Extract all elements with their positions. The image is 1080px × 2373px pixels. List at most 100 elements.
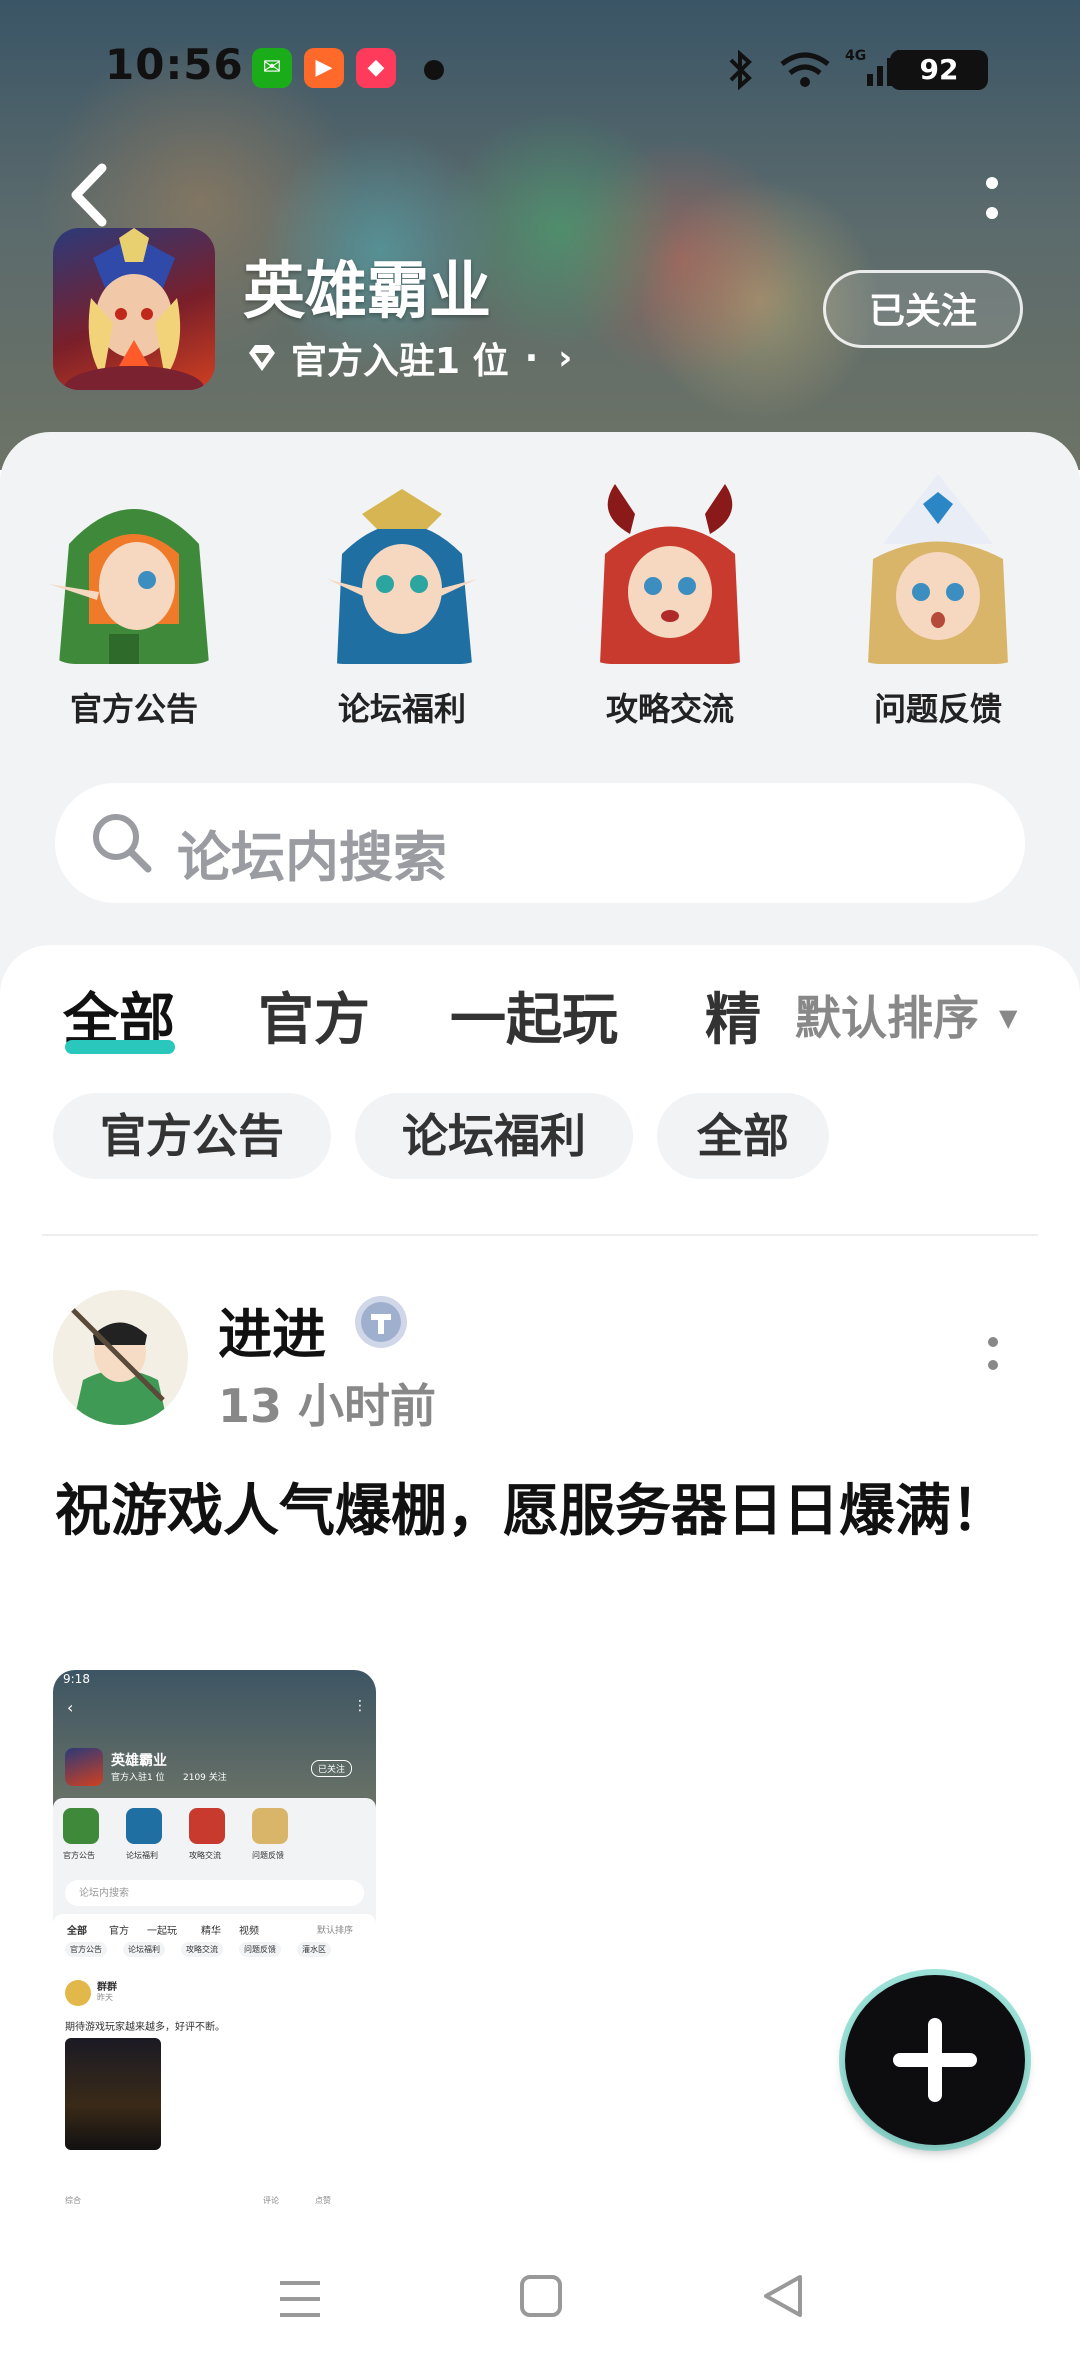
forum-search-bar[interactable]: 论坛内搜索: [55, 783, 1025, 903]
category-label: 官方公告: [69, 690, 198, 728]
thumbnail-cat-label: 攻略交流: [189, 1851, 221, 1860]
thumbnail-time: 9:18: [63, 1672, 90, 1686]
post-title[interactable]: 祝游戏人气爆棚，愿服务器日日爆满！: [55, 1470, 1025, 1554]
thumbnail-cat-label: 官方公告: [63, 1851, 95, 1860]
back-arrow-icon[interactable]: [62, 160, 122, 230]
demon-girl-avatar-icon: [600, 484, 740, 664]
search-placeholder: 论坛内搜索: [177, 826, 447, 889]
shopping-app-icon: ◆: [356, 48, 396, 88]
diamond-icon: [249, 345, 275, 371]
thumbnail-cat-label: 问题反馈: [252, 1851, 284, 1860]
category-avatar: [39, 474, 229, 664]
category-avatar: [307, 474, 497, 664]
thumbnail-footer-like: 点赞: [315, 2196, 331, 2205]
category-forum-welfare[interactable]: 论坛福利: [302, 474, 502, 730]
thumbnail-footer-comment: 评论: [263, 2196, 279, 2205]
system-navigation-bar: [0, 2235, 1080, 2373]
thumbnail-chip: 攻略交流: [181, 1942, 223, 1957]
tab-official[interactable]: 官方: [258, 975, 370, 1056]
home-icon[interactable]: [518, 2273, 564, 2319]
back-icon[interactable]: [760, 2273, 806, 2319]
menu-icon[interactable]: [276, 2275, 324, 2323]
sort-label: 默认排序: [795, 991, 979, 1045]
bluetooth-icon: [729, 50, 752, 90]
official-separator: ·: [524, 337, 539, 379]
filter-chip-all[interactable]: 全部: [657, 1093, 829, 1179]
thumbnail-game-name: 英雄霸业: [111, 1753, 167, 1769]
post-more-options-icon[interactable]: [985, 1335, 1001, 1375]
thumbnail-user-avatar: [65, 1980, 91, 2006]
category-label: 论坛福利: [337, 690, 466, 728]
game-logo-art-icon: [64, 228, 204, 390]
thumbnail-search-text: 论坛内搜索: [79, 1888, 129, 1899]
thumbnail-chip: 问题反馈: [239, 1942, 281, 1957]
battery-indicator: 92: [890, 50, 988, 90]
category-avatar: [843, 474, 1033, 664]
thumbnail-post-image: [65, 2038, 161, 2150]
thumbnail-cat-avatar: [189, 1808, 225, 1844]
thumbnail-tab: 一起玩: [147, 1926, 177, 1937]
category-label: 问题反馈: [873, 690, 1002, 728]
thumbnail-tab: 视频: [239, 1926, 259, 1937]
thumbnail-user: 群群: [97, 1982, 117, 1993]
thumbnail-tab: 官方: [109, 1926, 129, 1937]
create-post-button[interactable]: [845, 1975, 1025, 2145]
thumbnail-cat-avatar: [252, 1808, 288, 1844]
tab-play-together[interactable]: 一起玩: [450, 975, 618, 1056]
category-feedback[interactable]: 问题反馈: [838, 474, 1038, 730]
official-residents-text: 官方入驻1 位: [291, 341, 509, 382]
thumbnail-cat-label: 论坛福利: [126, 1851, 158, 1860]
thumbnail-hero: [53, 1670, 376, 1810]
thumbnail-more-icon: ⋮: [353, 1698, 367, 1714]
category-strategy-exchange[interactable]: 攻略交流: [570, 474, 770, 730]
search-icon: [93, 814, 152, 873]
caret-down-icon: ▼: [999, 1004, 1018, 1032]
thumbnail-cat-avatar: [63, 1808, 99, 1844]
game-name: 英雄霸业: [243, 254, 492, 327]
thumbnail-tab: 全部: [67, 1926, 87, 1937]
post-author-name[interactable]: 进进: [218, 1290, 326, 1369]
post-author-avatar[interactable]: [53, 1290, 188, 1425]
thumbnail-user-time: 昨天: [97, 1993, 113, 2002]
sort-dropdown[interactable]: 默认排序 ▼: [795, 982, 1017, 1048]
chevron-right-icon: ›: [558, 338, 573, 378]
post-time: 13 小时前: [218, 1379, 437, 1433]
thumbnail-chip: 灌水区: [297, 1942, 331, 1957]
thumbnail-logo: [65, 1748, 103, 1786]
divider: [42, 1234, 1038, 1236]
svg-text:4G: 4G: [845, 48, 866, 64]
more-options-icon[interactable]: [980, 175, 1004, 225]
post-image-thumbnail[interactable]: 9:18 ‹ ⋮ 英雄霸业 官方入驻1 位 2109 关注 已关注 官方公告 论…: [53, 1670, 376, 2225]
elf-archer-avatar-icon: [49, 509, 209, 664]
thumbnail-follow: 已关注: [311, 1760, 353, 1777]
thumbnail-post-text: 期待游戏玩家越来越多，好评不断。: [65, 2022, 225, 2033]
tab-active-indicator: [65, 1040, 175, 1054]
filter-chip-official-announcement[interactable]: 官方公告: [53, 1093, 331, 1179]
thumbnail-followers: 2109 关注: [183, 1773, 227, 1783]
category-official-announcement[interactable]: 官方公告: [34, 474, 234, 730]
official-residents-link[interactable]: 官方入驻1 位 · ›: [245, 332, 572, 384]
elf-mage-avatar-icon: [327, 489, 477, 664]
swordsman-avatar-icon: [71, 1308, 168, 1425]
filter-chip-forum-welfare[interactable]: 论坛福利: [355, 1093, 633, 1179]
follow-button[interactable]: 已关注: [823, 270, 1023, 348]
user-level-badge-icon: [355, 1296, 407, 1348]
wifi-icon: [780, 52, 830, 87]
thumbnail-back-icon: ‹: [67, 1698, 74, 1717]
status-time: 10:56: [105, 40, 244, 89]
thumbnail-official: 官方入驻1 位: [111, 1773, 165, 1783]
game-logo: [53, 228, 215, 390]
category-label: 攻略交流: [605, 690, 734, 728]
tab-featured[interactable]: 精: [705, 975, 761, 1056]
notification-dot-icon: [424, 60, 444, 80]
thumbnail-cat-avatar: [126, 1808, 162, 1844]
status-bar: 10:56 ✉ ▶ ◆ 4G 92: [0, 40, 1080, 100]
thumbnail-chip: 官方公告: [65, 1942, 107, 1957]
thumbnail-chip: 论坛福利: [123, 1942, 165, 1957]
thumbnail-footer-left: 综合: [65, 2196, 81, 2205]
kuaishou-icon: ▶: [304, 48, 344, 88]
thumbnail-sort: 默认排序: [317, 1926, 354, 1936]
wechat-icon: ✉: [252, 48, 292, 88]
priestess-avatar-icon: [868, 474, 1008, 664]
category-avatar: [575, 474, 765, 664]
